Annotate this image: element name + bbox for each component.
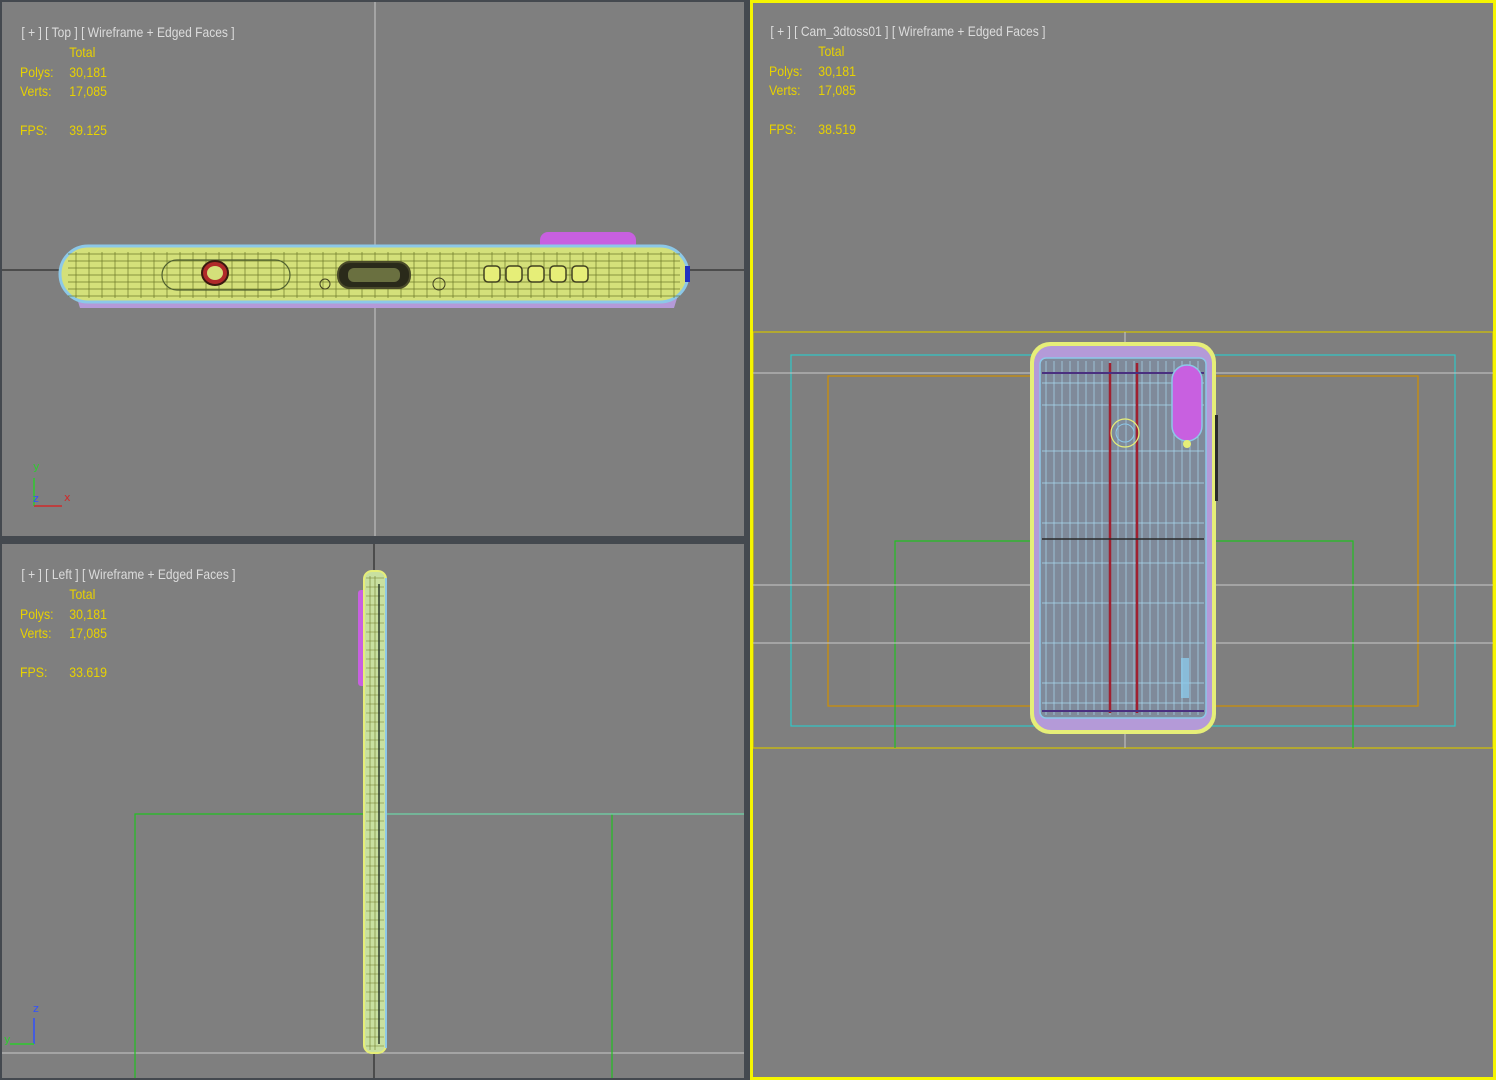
verts-label: Verts: xyxy=(769,82,801,98)
fps-value: 39.125 xyxy=(69,122,107,138)
camera-scene xyxy=(753,331,1493,749)
fps-label: FPS: xyxy=(769,121,797,137)
polys-value: 30,181 xyxy=(69,63,107,80)
mic-hole-inner xyxy=(207,266,223,280)
brand-logo xyxy=(1181,658,1189,698)
viewport-view-name[interactable]: [ Top ] xyxy=(45,24,78,40)
usb-port-inner xyxy=(348,268,400,282)
axis-label-x: x xyxy=(64,491,71,504)
stats-header: Total xyxy=(69,586,96,602)
stats-header: Total xyxy=(818,43,845,59)
fps-value: 33.619 xyxy=(69,664,107,680)
viewport-menu-plus[interactable]: [ + ] xyxy=(21,24,41,40)
viewport-menu-plus[interactable]: [ + ] xyxy=(21,566,41,582)
left-scene xyxy=(2,544,744,1078)
viewport-shading-mode[interactable]: [ Wireframe + Edged Faces ] xyxy=(82,566,236,582)
viewport-top[interactable]: y z x [ + ] [ Top ] [ Wireframe + Edged … xyxy=(2,2,744,536)
polys-label: Polys: xyxy=(20,63,54,80)
verts-value: 17,085 xyxy=(69,83,107,99)
safe-frame-green xyxy=(134,813,744,1078)
camera-module xyxy=(1171,364,1203,442)
viewport-view-name[interactable]: [ Cam_3dtoss01 ] xyxy=(794,23,888,39)
axis-label-z: z xyxy=(33,1002,39,1015)
polys-label: Polys: xyxy=(20,605,54,622)
axis-label-z: z xyxy=(33,492,39,505)
axis-gizmo xyxy=(10,1018,35,1045)
polys-value: 30,181 xyxy=(69,605,107,622)
speaker-holes xyxy=(483,265,589,283)
axis-label-y: y xyxy=(33,460,40,473)
polys-value: 30,181 xyxy=(818,62,856,79)
polys-label: Polys: xyxy=(769,62,803,79)
viewport-view-name[interactable]: [ Left ] xyxy=(45,566,78,582)
viewport-camera[interactable]: [ + ] [ Cam_3dtoss01 ] [ Wireframe + Edg… xyxy=(750,0,1496,1080)
verts-label: Verts: xyxy=(20,625,52,641)
viewport-menu-plus[interactable]: [ + ] xyxy=(770,23,790,39)
top-scene xyxy=(2,2,744,536)
viewport-shading-mode[interactable]: [ Wireframe + Edged Faces ] xyxy=(892,23,1046,39)
flash xyxy=(1183,440,1191,448)
statistics-overlay: Total Polys: 30,181 Verts: 17,085 FPS: 39.1… xyxy=(20,43,107,141)
side-button xyxy=(685,266,690,282)
axis-label-y: y xyxy=(4,1033,11,1046)
stats-header: Total xyxy=(69,44,96,60)
viewport-left[interactable]: z y [ + ] [ Left ] [ Wireframe + Edged F… xyxy=(2,544,744,1078)
statistics-overlay: Total Polys: 30,181 Verts: 17,085 FPS: 33.6… xyxy=(20,585,107,683)
fps-label: FPS: xyxy=(20,664,48,680)
verts-label: Verts: xyxy=(20,83,52,99)
fps-value: 38.519 xyxy=(818,121,856,137)
statistics-overlay: Total Polys: 30,181 Verts: 17,085 FPS: 38.5… xyxy=(769,42,856,140)
verts-value: 17,085 xyxy=(818,82,856,98)
viewport-shading-mode[interactable]: [ Wireframe + Edged Faces ] xyxy=(81,24,235,40)
side-buttons xyxy=(1215,415,1218,501)
fps-label: FPS: xyxy=(20,122,48,138)
verts-value: 17,085 xyxy=(69,625,107,641)
